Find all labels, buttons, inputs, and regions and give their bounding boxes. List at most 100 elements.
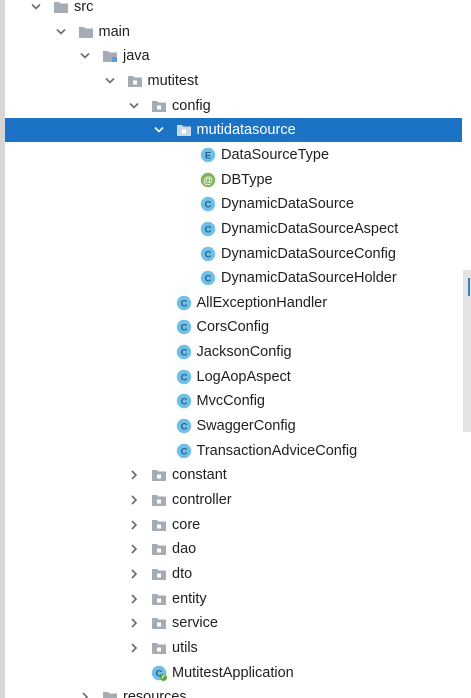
tree-item[interactable]: service <box>5 611 462 635</box>
svg-text:C: C <box>205 274 212 285</box>
spring-class-icon: C <box>151 665 167 681</box>
tree-item-label: DynamicDataSource <box>221 196 354 213</box>
folder-icon <box>102 689 118 698</box>
tree-item[interactable]: mutidatasource <box>5 118 462 143</box>
svg-text:E: E <box>205 150 211 161</box>
tree-item[interactable]: C DynamicDataSourceConfig <box>5 242 462 266</box>
chevron-right-icon[interactable] <box>128 616 140 630</box>
tree-item-label: JacksonConfig <box>196 344 292 361</box>
tree-item[interactable]: dao <box>5 537 462 561</box>
svg-text:C: C <box>180 298 187 309</box>
tree-item[interactable]: @ DBType <box>5 168 462 192</box>
package-icon <box>151 615 167 631</box>
package-icon <box>151 591 167 607</box>
tree-item-label: DBType <box>221 171 273 188</box>
tree-item[interactable]: config <box>5 94 462 118</box>
enum-icon: E <box>200 147 216 163</box>
svg-text:C: C <box>205 224 212 235</box>
chevron-right-icon[interactable] <box>128 542 140 556</box>
tree-item[interactable]: C LogAopAspect <box>5 365 462 389</box>
tree-item-label: CorsConfig <box>196 319 270 336</box>
class-icon: C <box>200 270 216 286</box>
tree-item-label: core <box>172 516 201 533</box>
tree-item-label: TransactionAdviceConfig <box>196 442 358 459</box>
tree-item[interactable]: C CorsConfig <box>5 315 462 339</box>
tree-item[interactable]: mutitest <box>5 69 462 93</box>
tree-item[interactable]: C DynamicDataSource <box>5 192 462 216</box>
chevron-right-icon[interactable] <box>128 641 140 655</box>
chevron-down-icon[interactable] <box>128 99 140 113</box>
tree-item[interactable]: entity <box>5 587 462 611</box>
svg-text:@: @ <box>203 175 213 186</box>
tree-item[interactable]: E DataSourceType <box>5 143 462 167</box>
package-icon <box>151 566 167 582</box>
package-icon <box>151 517 167 533</box>
package-icon <box>151 98 167 114</box>
tree-item-label: resources <box>123 689 187 698</box>
chevron-down-icon[interactable] <box>30 0 42 14</box>
svg-text:C: C <box>180 372 187 383</box>
tree-item-label: DynamicDataSourceAspect <box>221 220 399 237</box>
svg-text:C: C <box>180 397 187 408</box>
package-icon <box>176 122 192 138</box>
tree-item-label: dao <box>172 541 197 558</box>
tree-item[interactable]: C AllExceptionHandler <box>5 291 462 315</box>
tree-item[interactable]: C TransactionAdviceConfig <box>5 439 462 463</box>
project-tree[interactable]: src main java mutitest config mutidatasource E… <box>5 0 462 698</box>
tree-item-label: MutitestApplication <box>172 664 294 681</box>
chevron-down-icon[interactable] <box>153 123 165 137</box>
scrollbar-marker <box>468 278 470 296</box>
tree-item[interactable]: main <box>5 20 462 44</box>
tree-item-label: DynamicDataSourceHolder <box>221 270 397 287</box>
class-icon: C <box>200 246 216 262</box>
class-icon: C <box>176 443 192 459</box>
tree-item[interactable]: core <box>5 513 462 537</box>
tree-item[interactable]: C SwaggerConfig <box>5 414 462 438</box>
tree-item-label: constant <box>172 467 227 484</box>
tree-item[interactable]: java <box>5 44 462 68</box>
package-icon <box>151 492 167 508</box>
chevron-right-icon[interactable] <box>128 592 140 606</box>
tree-item[interactable]: C DynamicDataSourceHolder <box>5 266 462 290</box>
tree-item-label: LogAopAspect <box>196 368 291 385</box>
tree-item-label: utils <box>172 639 198 656</box>
chevron-right-icon[interactable] <box>128 468 140 482</box>
class-icon: C <box>200 221 216 237</box>
tree-item-label: src <box>74 0 94 15</box>
class-icon: C <box>176 418 192 434</box>
vertical-scrollbar[interactable] <box>462 0 471 698</box>
tree-item[interactable]: constant <box>5 463 462 487</box>
chevron-down-icon[interactable] <box>55 25 67 39</box>
chevron-right-icon[interactable] <box>128 518 140 532</box>
package-icon <box>151 640 167 656</box>
chevron-down-icon[interactable] <box>104 74 116 88</box>
tree-item[interactable]: C MutitestApplication <box>5 661 462 685</box>
svg-text:C: C <box>180 446 187 457</box>
chevron-right-icon[interactable] <box>128 493 140 507</box>
tree-item[interactable]: C DynamicDataSourceAspect <box>5 217 462 241</box>
chevron-right-icon[interactable] <box>128 567 140 581</box>
class-icon: C <box>200 196 216 212</box>
tree-item-label: main <box>98 23 130 40</box>
tree-item-label: mutidatasource <box>196 122 296 139</box>
tree-item[interactable]: utils <box>5 636 462 660</box>
package-icon <box>151 467 167 483</box>
class-icon: C <box>176 295 192 311</box>
tree-item[interactable]: resources <box>5 685 462 698</box>
chevron-down-icon[interactable] <box>79 49 91 63</box>
tree-item[interactable]: C JacksonConfig <box>5 340 462 364</box>
svg-text:C: C <box>180 422 187 433</box>
chevron-right-icon[interactable] <box>79 690 91 698</box>
class-icon: C <box>176 369 192 385</box>
tree-item[interactable]: src <box>5 0 462 19</box>
tree-item-label: AllExceptionHandler <box>196 294 328 311</box>
svg-text:C: C <box>205 200 212 211</box>
tree-item-label: service <box>172 615 218 632</box>
svg-text:C: C <box>180 348 187 359</box>
tree-item[interactable]: dto <box>5 562 462 586</box>
folder-icon <box>102 48 118 64</box>
class-icon: C <box>176 393 192 409</box>
project-tree-panel: src main java mutitest config mutidatasource E… <box>0 0 471 698</box>
tree-item[interactable]: controller <box>5 488 462 512</box>
tree-item[interactable]: C MvcConfig <box>5 389 462 413</box>
